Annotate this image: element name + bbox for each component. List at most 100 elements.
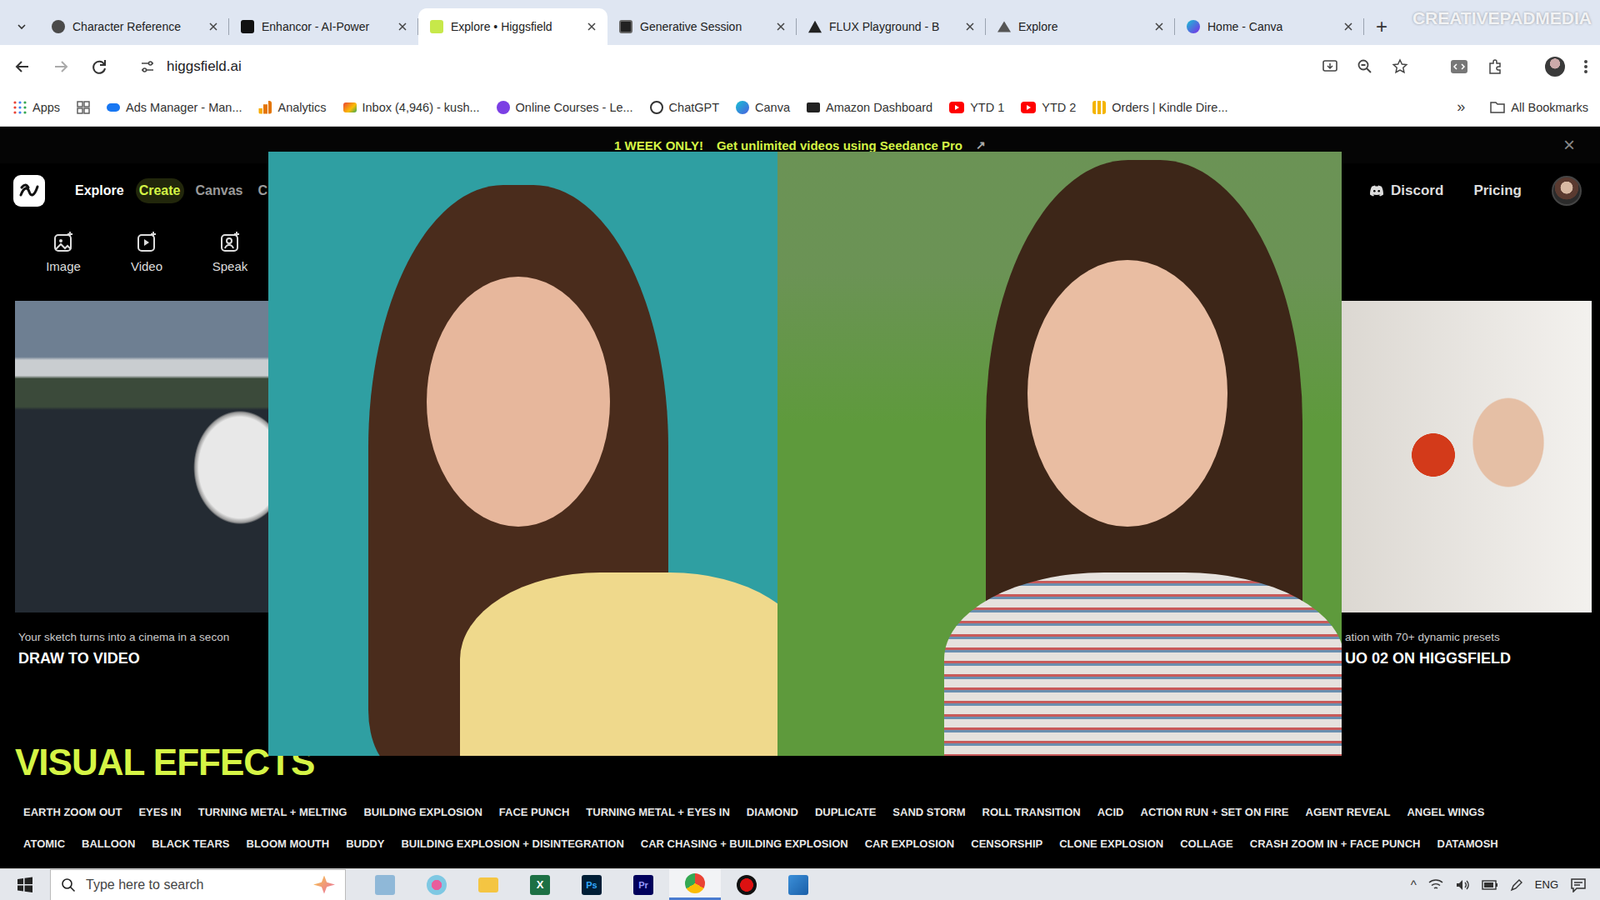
nav-item[interactable]: Canvas <box>192 178 247 204</box>
effect-link[interactable]: ROLL TRANSITION <box>982 805 1081 819</box>
effect-link[interactable]: CLONE EXPLOSION <box>1059 837 1164 850</box>
browser-tab[interactable]: Explore • Higgsfield <box>418 8 608 45</box>
browser-tab[interactable]: Character Reference <box>40 8 230 45</box>
volume-icon[interactable] <box>1455 878 1470 892</box>
tab-label: Home - Canva <box>1207 20 1335 34</box>
reload-icon[interactable] <box>90 57 109 76</box>
taskbar-app[interactable] <box>410 869 463 900</box>
install-icon[interactable] <box>1321 58 1339 75</box>
language-indicator[interactable]: ENG <box>1535 878 1559 891</box>
nav-link[interactable]: Discord <box>1369 182 1444 200</box>
bookmark[interactable]: Canva <box>735 100 790 115</box>
windows-start-icon[interactable] <box>16 876 34 894</box>
profile-avatar[interactable] <box>1545 56 1565 77</box>
effect-link[interactable]: DIAMOND <box>746 805 799 819</box>
bookmark[interactable]: Ads Manager - Man... <box>106 100 242 115</box>
browser-tab[interactable]: Enhancor - AI-Power <box>229 8 419 45</box>
browser-tab[interactable]: Generative Session <box>607 8 797 45</box>
taskbar-app[interactable] <box>720 869 773 900</box>
close-icon[interactable] <box>1153 20 1165 33</box>
devtools-icon[interactable] <box>1450 58 1469 75</box>
taskbar-app[interactable] <box>772 869 825 900</box>
bookmark[interactable]: Inbox (4,946) - kush... <box>343 100 480 115</box>
taskbar-app[interactable]: Ps <box>565 869 618 900</box>
back-icon[interactable] <box>13 57 32 76</box>
zoom-icon[interactable] <box>1356 58 1374 75</box>
show-hidden-icons[interactable]: ^ <box>1410 877 1417 892</box>
close-icon[interactable] <box>585 20 598 33</box>
bookmark[interactable]: Analytics <box>258 100 326 115</box>
effect-link[interactable]: FACE PUNCH <box>499 805 570 819</box>
effect-link[interactable]: SAND STORM <box>892 805 965 819</box>
effect-link[interactable]: CAR CHASING + BUILDING EXPLOSION <box>640 837 849 850</box>
close-icon[interactable] <box>396 20 409 33</box>
user-avatar[interactable] <box>1551 175 1582 206</box>
new-tab-button[interactable]: + <box>1367 8 1396 45</box>
browser-tab[interactable]: Explore <box>985 8 1175 45</box>
effect-link[interactable]: COLLAGE <box>1180 837 1234 850</box>
effect-link[interactable]: BUILDING EXPLOSION <box>363 805 482 819</box>
higgsfield-logo-icon[interactable] <box>13 175 45 207</box>
bookmark[interactable]: Amazon Dashboard <box>806 100 933 115</box>
notifications-icon[interactable] <box>1570 877 1587 893</box>
effect-link[interactable]: BUDDY <box>345 837 385 850</box>
effect-link[interactable]: DATAMOSH <box>1437 837 1499 850</box>
close-icon[interactable] <box>1342 20 1355 33</box>
nav-item[interactable]: Create <box>135 178 185 204</box>
browser-tab[interactable]: Home - Canva <box>1175 8 1365 45</box>
create-menu-item[interactable]: Video <box>121 230 172 274</box>
effect-link[interactable]: TURNING METAL + EYES IN <box>585 805 730 819</box>
create-menu-item[interactable]: Image <box>38 230 89 274</box>
network-icon[interactable] <box>1428 878 1444 892</box>
bookmark[interactable]: ChatGPT <box>650 100 720 115</box>
effect-link[interactable]: BALLOON <box>81 837 135 850</box>
close-icon[interactable] <box>964 20 976 33</box>
effect-link[interactable]: EYES IN <box>138 805 181 819</box>
effect-link[interactable]: BLACK TEARS <box>151 837 230 850</box>
star-icon[interactable] <box>1391 58 1409 75</box>
all-bookmarks-button[interactable]: All Bookmarks <box>1490 100 1589 115</box>
bookmark[interactable]: YTD 1 <box>949 100 1005 115</box>
address-field[interactable]: higgsfield.ai <box>128 50 1302 83</box>
nav-item[interactable]: Explore <box>71 178 128 204</box>
nav-link[interactable]: Pricing <box>1473 182 1522 200</box>
pen-icon[interactable] <box>1510 878 1524 892</box>
taskbar-app[interactable]: X <box>514 869 566 900</box>
effect-link[interactable]: ANGEL WINGS <box>1406 805 1485 819</box>
effect-link[interactable]: CENSORSHIP <box>970 837 1043 850</box>
battery-icon[interactable] <box>1481 880 1499 890</box>
bookmark[interactable]: YTD 2 <box>1020 100 1076 115</box>
bookmark[interactable]: Orders | Kindle Dire... <box>1092 100 1228 115</box>
menu-icon[interactable] <box>1583 58 1589 75</box>
taskbar-app[interactable] <box>669 869 721 900</box>
effect-link[interactable]: CAR EXPLOSION <box>865 837 955 850</box>
taskbar-app[interactable] <box>359 869 411 900</box>
tab-search-button[interactable] <box>8 8 35 45</box>
close-icon[interactable] <box>775 20 787 33</box>
taskbar-app[interactable]: Pr <box>617 869 670 900</box>
effect-link[interactable]: ATOMIC <box>23 837 65 850</box>
effect-link[interactable]: TURNING METAL + MELTING <box>198 805 348 819</box>
close-icon[interactable] <box>207 20 220 33</box>
effect-link[interactable]: BLOOM MOUTH <box>246 837 330 850</box>
effect-link[interactable]: ACID <box>1097 805 1125 819</box>
feature-card[interactable]: ation with 70+ dynamic presets UO 02 ON … <box>1341 300 1592 668</box>
extensions-icon[interactable] <box>1486 58 1504 75</box>
effect-link[interactable]: ACTION RUN + SET ON FIRE <box>1140 805 1290 819</box>
effect-link[interactable]: DUPLICATE <box>815 805 876 819</box>
effect-link[interactable]: CRASH ZOOM IN + FACE PUNCH <box>1250 837 1421 850</box>
taskbar-app[interactable] <box>462 869 515 900</box>
close-banner-button[interactable]: × <box>1563 133 1575 157</box>
effect-link[interactable]: EARTH ZOOM OUT <box>23 805 122 819</box>
more-bookmarks-button[interactable]: » <box>1456 98 1465 116</box>
effect-link[interactable]: BUILDING EXPLOSION + DISINTEGRATION <box>400 837 624 850</box>
site-settings-icon[interactable] <box>140 59 155 75</box>
bookmark[interactable]: Online Courses - Le... <box>496 100 634 115</box>
taskbar-search[interactable]: Type here to search <box>50 869 346 900</box>
bookmark[interactable]: Apps <box>13 100 60 115</box>
effect-link[interactable]: AGENT REVEAL <box>1305 805 1391 819</box>
create-menu-item[interactable]: Speak <box>205 230 255 274</box>
forward-icon[interactable] <box>51 57 70 76</box>
browser-tab[interactable]: FLUX Playground - B <box>796 8 986 45</box>
tab-groups-icon[interactable] <box>76 100 90 115</box>
